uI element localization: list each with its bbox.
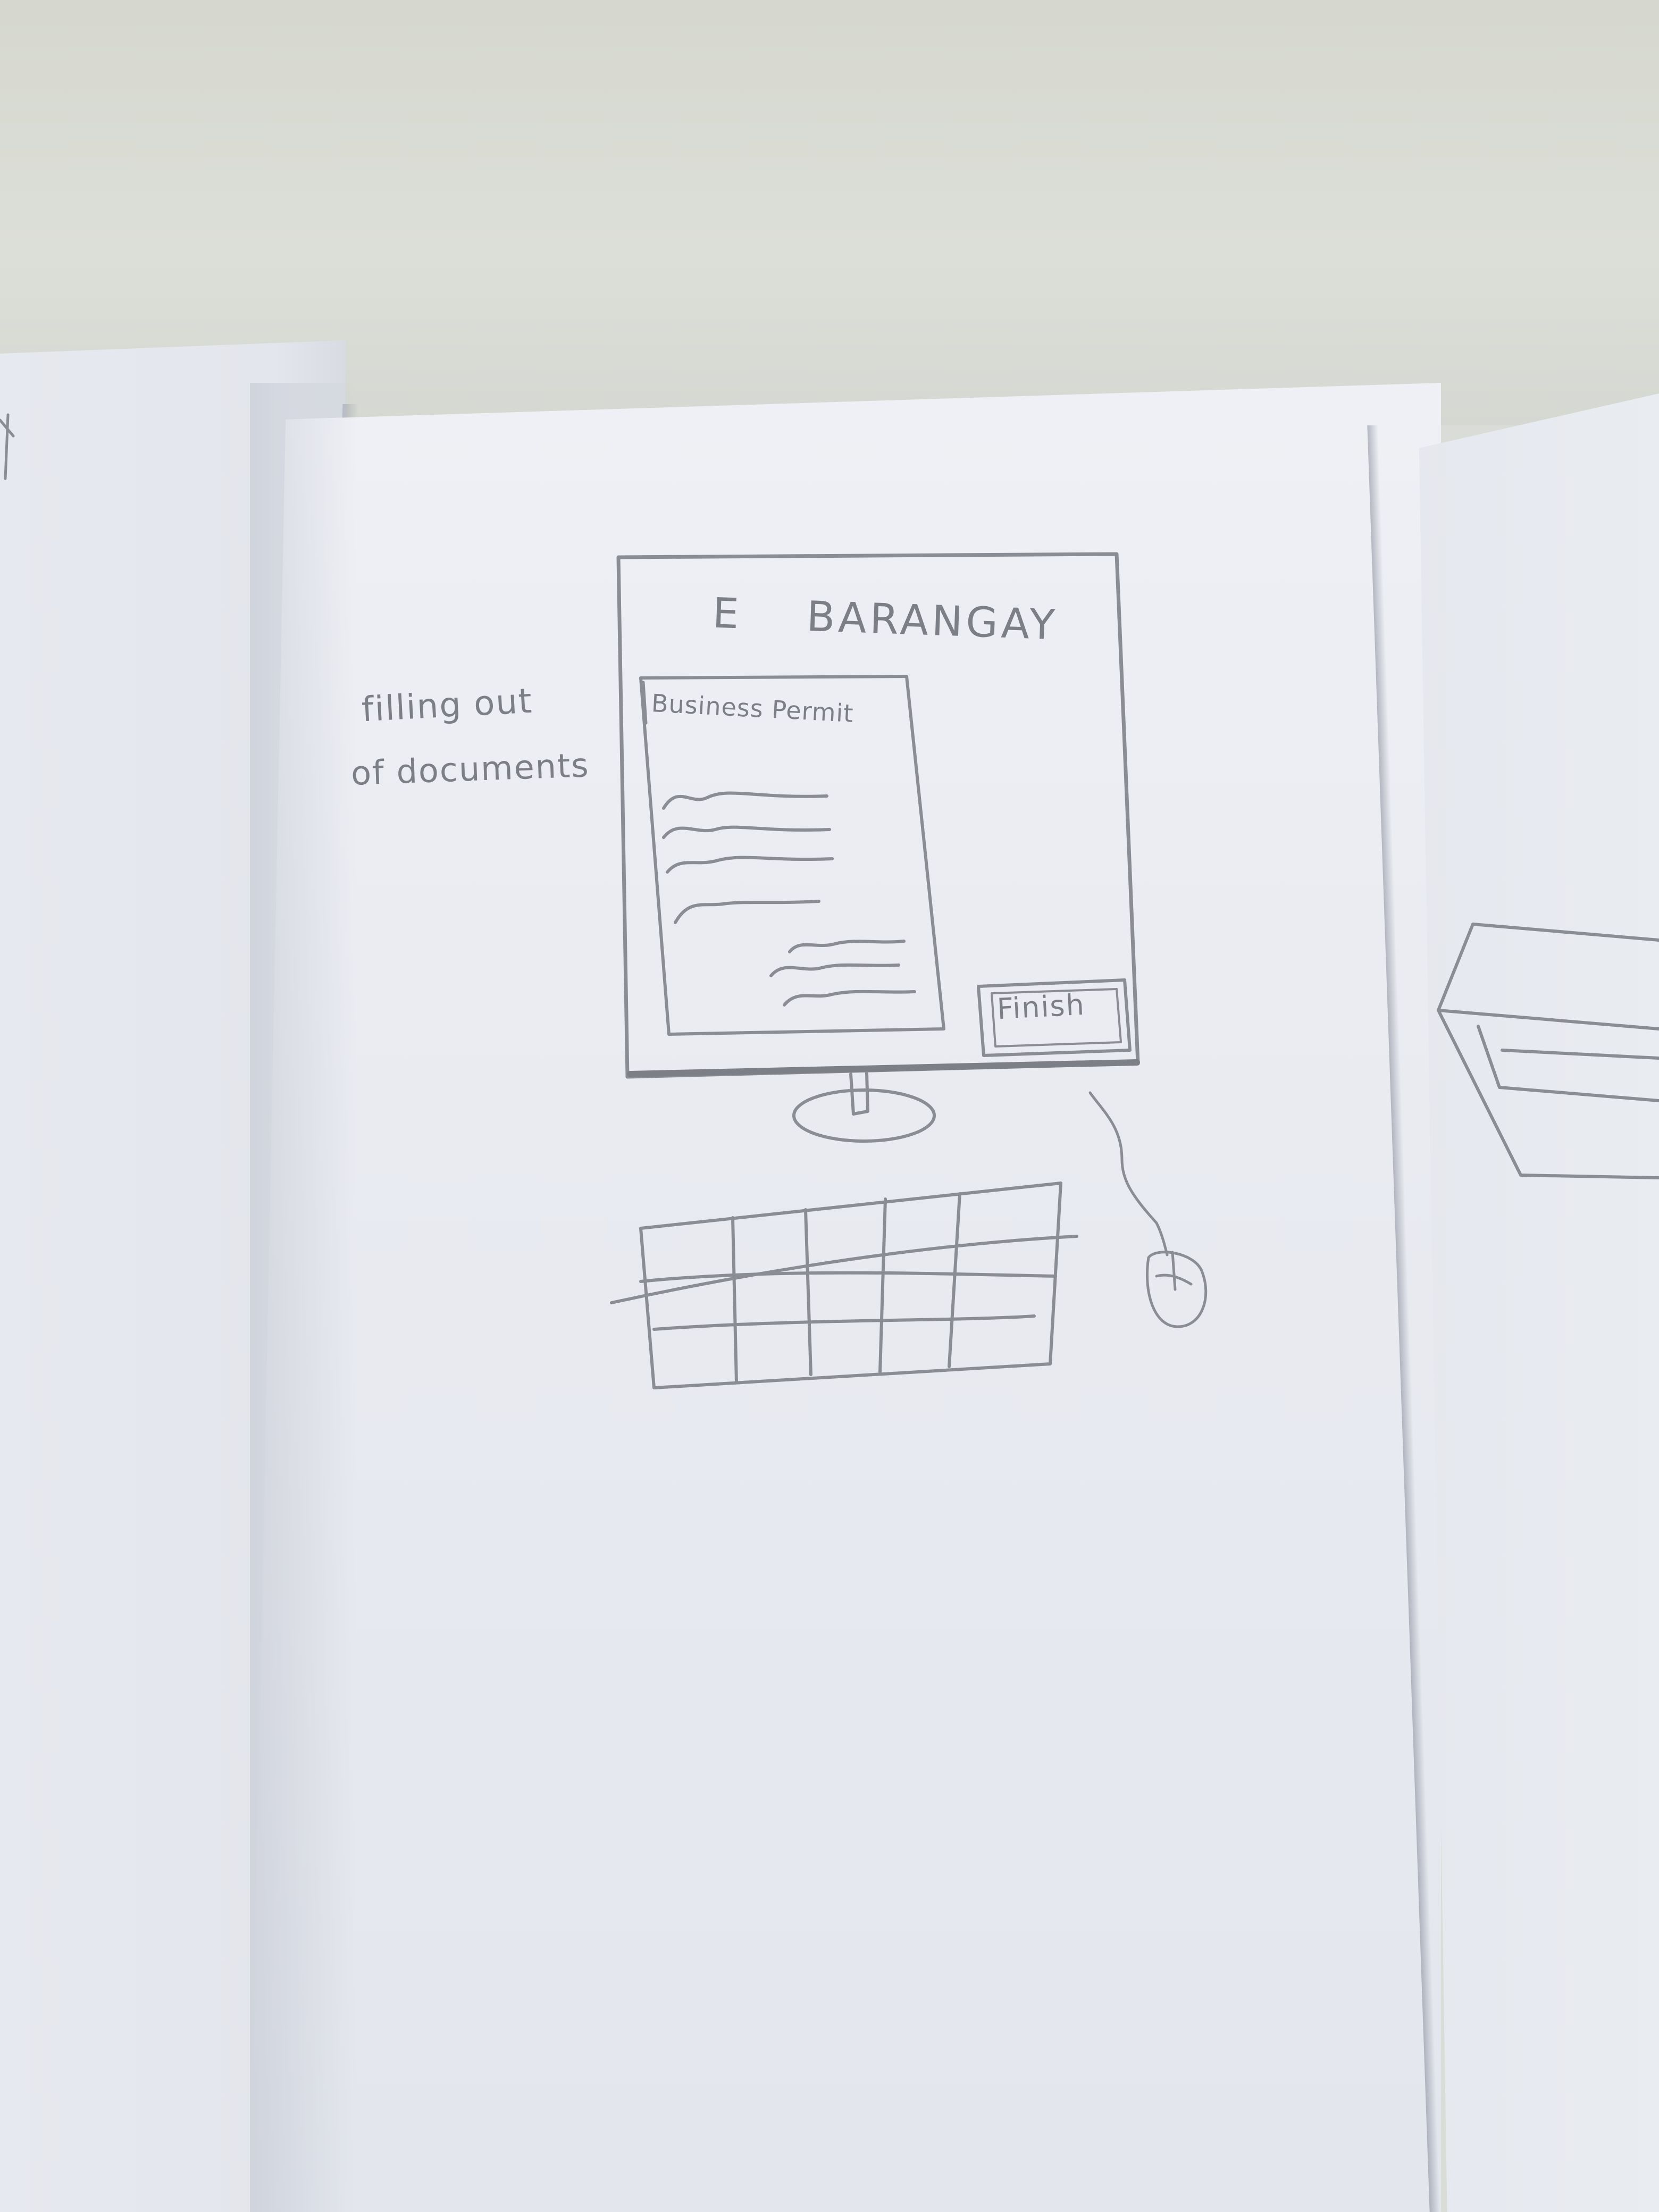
keyboard-icon xyxy=(610,1182,1078,1389)
brand-title: BARANGAY xyxy=(806,592,1059,650)
monitor-stand-icon xyxy=(792,1071,936,1143)
pencil-sketch xyxy=(0,413,1659,1389)
document-panel xyxy=(639,675,945,1036)
document-text-lines xyxy=(662,791,916,1007)
annotation-line-2: of documents xyxy=(350,745,590,793)
finish-button-label: Finish xyxy=(996,987,1086,1026)
stray-mark-left xyxy=(0,413,15,480)
brand-icon: E xyxy=(711,589,743,639)
partial-sketch-right xyxy=(1437,923,1659,1179)
mouse-icon xyxy=(1088,1091,1208,1328)
